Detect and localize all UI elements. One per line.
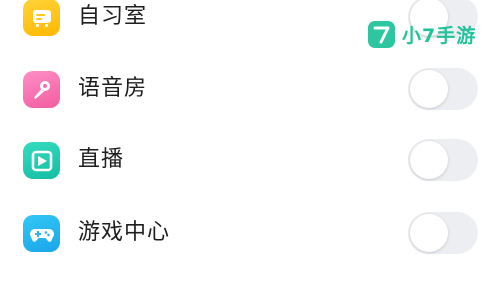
live-stream-icon — [23, 142, 60, 179]
toggle-knob — [410, 141, 448, 179]
live-label: 直播 — [78, 147, 125, 172]
game-center-label: 游戏中心 — [78, 220, 171, 245]
live-toggle[interactable] — [408, 139, 478, 181]
toggle-knob — [410, 214, 448, 252]
settings-row-live: 直播 — [0, 131, 500, 191]
gamepad-icon — [23, 215, 60, 252]
microphone-icon — [23, 71, 60, 108]
settings-row-voice-room: 语音房 — [0, 60, 500, 120]
voice-room-toggle[interactable] — [408, 68, 478, 110]
toggle-knob — [410, 70, 448, 108]
watermark-text: 小7手游 — [402, 24, 477, 47]
study-room-label: 自习室 — [78, 4, 148, 29]
game-center-toggle[interactable] — [408, 212, 478, 254]
watermark-badge — [368, 20, 395, 48]
watermark-logo: 小7手游 — [368, 20, 476, 48]
settings-row-game-center: 游戏中心 — [0, 204, 500, 264]
study-room-icon — [23, 0, 60, 36]
voice-room-label: 语音房 — [78, 76, 148, 101]
